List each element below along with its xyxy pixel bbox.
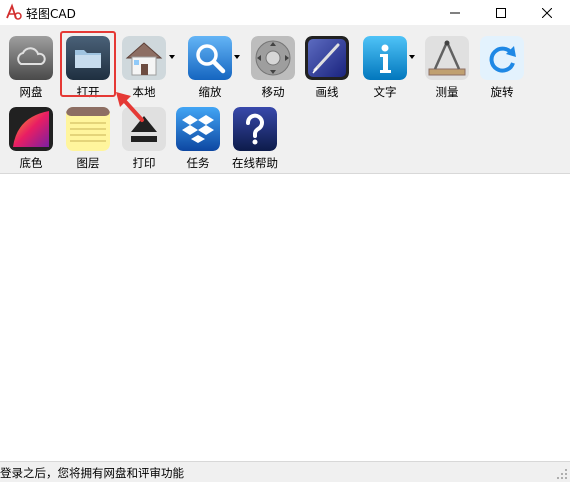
notepad-icon [66,107,110,151]
status-bar: 登录之后，您将拥有网盘和评审功能 [0,461,570,482]
app-logo-icon [6,3,22,20]
move-dpad-icon [251,36,295,80]
text-dropdown-arrow-icon[interactable] [409,55,415,59]
rotate-label: 旋转 [490,85,514,99]
dropbox-icon [176,107,220,151]
drawing-canvas[interactable] [0,174,570,461]
online-help-button[interactable]: 在线帮助 [228,102,282,170]
open-button-highlight [60,31,116,97]
minimize-button[interactable] [432,0,478,25]
annotation-arrow-icon [116,92,144,122]
local-dropdown-arrow-icon[interactable] [169,55,175,59]
maximize-icon [496,7,506,18]
zoom-label: 缩放 [198,85,222,99]
status-text: 登录之后，您将拥有网盘和评审功能 [0,466,184,480]
ruler-compass-icon [425,36,469,80]
minimize-icon [450,12,460,13]
tasks-button[interactable]: 任务 [171,102,225,170]
info-icon [363,36,407,80]
color-swatch-icon [9,107,53,151]
title-bar: 轻图CAD [0,0,570,25]
question-icon [233,107,277,151]
zoom-dropdown-arrow-icon[interactable] [234,55,240,59]
text-label: 文字 [373,85,397,99]
rotate-button[interactable]: 旋转 [475,31,529,99]
draw-line-label: 画线 [315,85,339,99]
measure-button[interactable]: 测量 [420,31,474,99]
close-icon [542,7,552,18]
text-button[interactable]: 文字 [358,31,412,99]
rotate-icon [480,36,524,80]
house-icon [122,36,166,80]
close-button[interactable] [524,0,570,25]
background-color-button[interactable]: 底色 [4,102,58,170]
cloud-icon [9,36,53,80]
move-button[interactable]: 移动 [246,31,300,99]
draw-line-button[interactable]: 画线 [300,31,354,99]
zoom-button[interactable]: 缩放 [183,31,237,99]
online-help-label: 在线帮助 [232,156,278,170]
pen-icon [305,36,349,80]
resize-grip-icon[interactable] [556,468,568,480]
window-title: 轻图CAD [26,7,76,21]
magnifier-icon [188,36,232,80]
cloud-disk-button[interactable]: 网盘 [4,31,58,99]
maximize-button[interactable] [478,0,524,25]
layers-button[interactable]: 图层 [61,102,115,170]
